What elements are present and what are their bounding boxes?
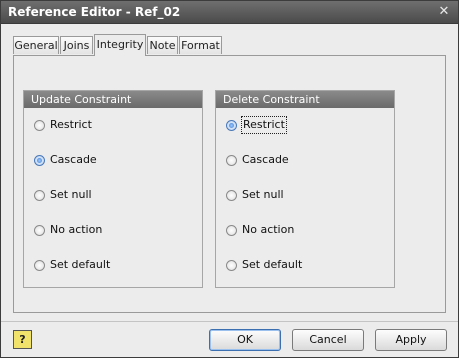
radio-label: Cascade	[50, 153, 97, 166]
integrity-panel: Update Constraint Restrict Cascade Set n…	[13, 55, 446, 313]
radio-icon[interactable]	[226, 154, 237, 166]
delete-cascade-option[interactable]: Cascade	[226, 152, 289, 168]
update-set-default-option[interactable]: Set default	[34, 257, 110, 273]
radio-icon[interactable]	[226, 259, 237, 271]
tab-integrity[interactable]: Integrity	[94, 34, 146, 56]
reference-editor-window: Reference Editor - Ref_02 ✕ General Join…	[0, 0, 459, 358]
delete-constraint-group: Delete Constraint Restrict Cascade Set n…	[215, 90, 395, 288]
radio-label: Set null	[50, 188, 92, 201]
radio-icon[interactable]	[34, 259, 45, 271]
update-no-action-option[interactable]: No action	[34, 222, 102, 238]
delete-restrict-option[interactable]: Restrict	[226, 116, 287, 134]
tab-format[interactable]: Format	[179, 36, 222, 54]
delete-set-default-option[interactable]: Set default	[226, 257, 302, 273]
radio-icon[interactable]	[34, 224, 45, 236]
radio-label: Set null	[242, 188, 284, 201]
update-constraint-group: Update Constraint Restrict Cascade Set n…	[23, 90, 203, 288]
delete-no-action-option[interactable]: No action	[226, 222, 294, 238]
tab-general[interactable]: General	[13, 36, 59, 54]
title-bar[interactable]: Reference Editor - Ref_02 ✕	[1, 1, 458, 24]
radio-icon[interactable]	[226, 224, 237, 236]
radio-icon[interactable]	[34, 189, 45, 201]
footer-divider	[1, 321, 458, 322]
ok-button[interactable]: OK	[209, 329, 281, 351]
radio-selected-icon[interactable]	[226, 119, 237, 131]
radio-label: Restrict	[241, 116, 287, 134]
close-icon[interactable]: ✕	[436, 4, 452, 20]
delete-constraint-title: Delete Constraint	[216, 91, 394, 108]
cancel-button[interactable]: Cancel	[292, 329, 364, 351]
radio-icon[interactable]	[226, 189, 237, 201]
help-icon[interactable]: ?	[13, 330, 32, 349]
delete-set-null-option[interactable]: Set null	[226, 187, 284, 203]
update-constraint-title: Update Constraint	[24, 91, 202, 108]
update-restrict-option[interactable]: Restrict	[34, 117, 92, 133]
update-cascade-option[interactable]: Cascade	[34, 152, 97, 168]
update-set-null-option[interactable]: Set null	[34, 187, 92, 203]
radio-label: Cascade	[242, 153, 289, 166]
radio-label: No action	[242, 223, 295, 236]
window-title: Reference Editor - Ref_02	[8, 5, 181, 19]
radio-selected-icon[interactable]	[34, 154, 45, 166]
apply-button[interactable]: Apply	[375, 329, 447, 351]
radio-label: No action	[50, 223, 103, 236]
tab-joins[interactable]: Joins	[60, 36, 93, 54]
radio-label: Restrict	[50, 118, 92, 131]
radio-label: Set default	[242, 258, 303, 271]
radio-icon[interactable]	[34, 119, 45, 131]
tab-note[interactable]: Note	[147, 36, 178, 54]
radio-label: Set default	[50, 258, 111, 271]
